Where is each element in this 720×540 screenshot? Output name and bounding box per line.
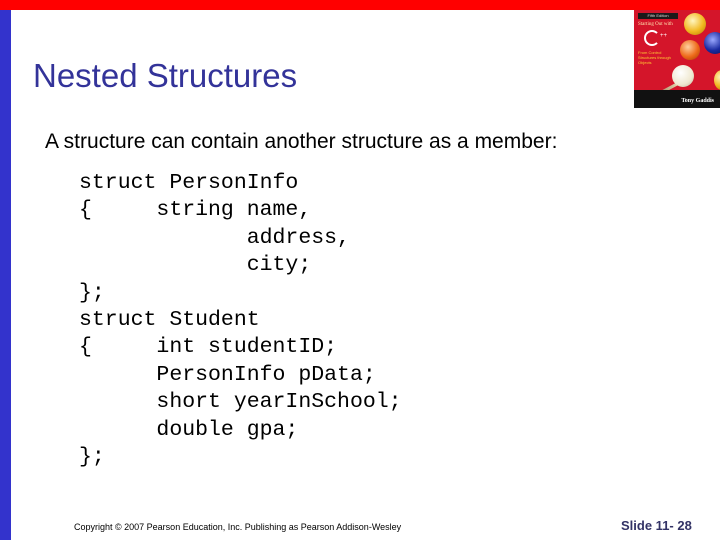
code-line: struct PersonInfo	[79, 171, 299, 195]
cpp-plus-text: ++	[660, 33, 668, 39]
code-line: struct Student	[79, 307, 260, 332]
code-block: struct PersonInfo { string name, address,…	[79, 170, 402, 471]
code-line: address,	[79, 225, 350, 250]
slide-number: Slide 11- 28	[621, 518, 692, 533]
book-author: Tony Gaddis	[681, 98, 714, 104]
book-cover-image: Fifth Edition Starting Out with ++ From …	[634, 10, 720, 108]
slide-title: Nested Structures	[33, 57, 298, 94]
cue-ball-icon	[672, 65, 694, 87]
cpp-logo-icon	[644, 30, 660, 46]
copyright-notice: Copyright © 2007 Pearson Education, Inc.…	[74, 522, 402, 532]
billiard-ball-icon	[680, 40, 700, 60]
code-line: };	[79, 444, 105, 469]
billiard-ball-icon	[714, 70, 720, 90]
code-line: { int studentID;	[79, 335, 338, 360]
intro-text: A structure can contain another structur…	[45, 130, 558, 153]
code-line: double gpa;	[79, 417, 299, 442]
top-accent-bar	[0, 0, 720, 10]
code-line: short yearInSchool;	[79, 390, 402, 415]
left-accent-bar	[0, 10, 11, 540]
billiard-ball-icon	[684, 13, 706, 35]
billiard-ball-icon	[704, 32, 720, 54]
code-line: };	[79, 280, 105, 305]
book-title: Starting Out with	[638, 22, 673, 27]
code-line: PersonInfo pData;	[79, 362, 376, 387]
book-subtitle: From Control Structures through Objects	[638, 50, 671, 65]
book-edition: Fifth Edition	[638, 13, 678, 19]
code-line: { string name,	[79, 198, 312, 223]
code-line: city;	[79, 253, 312, 278]
